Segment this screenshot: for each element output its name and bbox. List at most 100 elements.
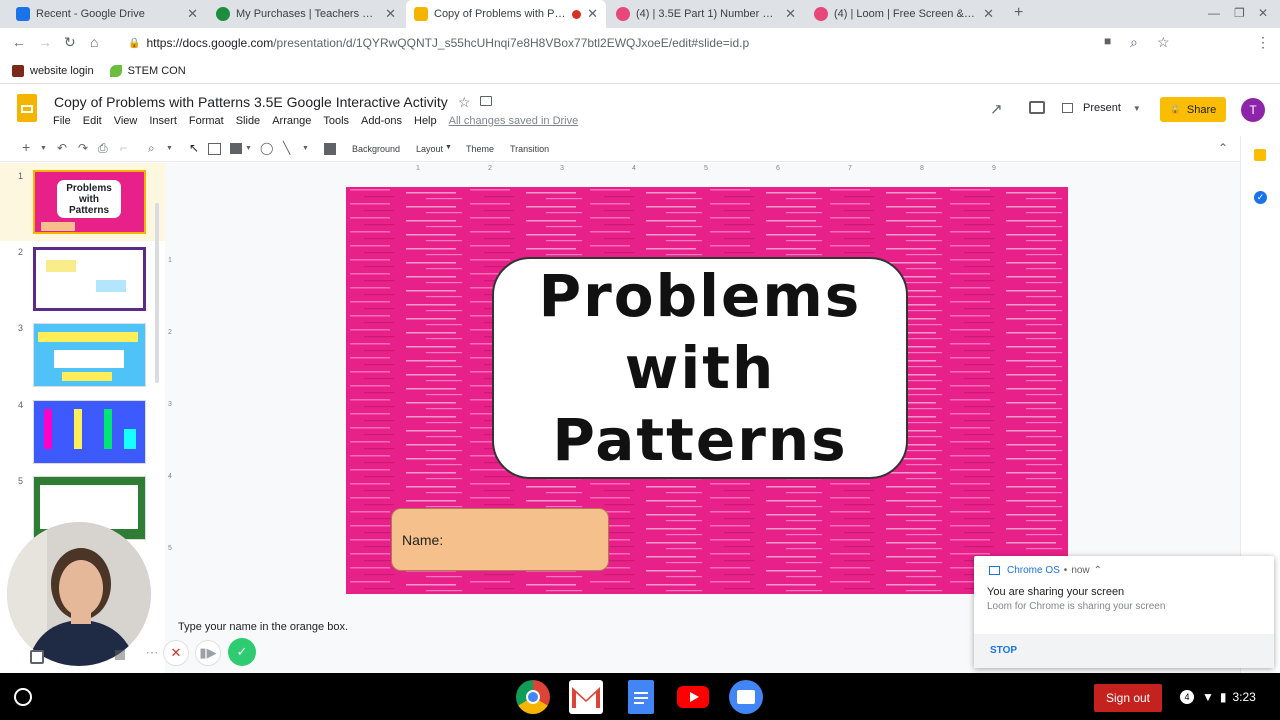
browser-tab-loom-video[interactable]: (4) | 3.5E Part 1) Number Patterns ✕	[608, 0, 804, 28]
chevron-up-icon[interactable]: ⌃	[1218, 141, 1228, 155]
paint-format-icon[interactable]: ⌐	[120, 141, 127, 155]
keep-icon[interactable]	[1254, 149, 1266, 161]
cancel-recording-icon[interactable]: ✕	[163, 640, 189, 666]
new-slide-icon[interactable]: +	[22, 139, 30, 155]
chevron-down-icon[interactable]: ▼	[302, 145, 309, 152]
stop-sharing-button[interactable]: STOP	[990, 645, 1017, 656]
gmail-icon[interactable]	[569, 680, 603, 714]
back-icon[interactable]: ←	[12, 34, 26, 50]
activity-icon[interactable]: ↗	[990, 100, 1003, 118]
pause-icon[interactable]: ▮▶	[195, 640, 221, 666]
url-field[interactable]: 🔒 https://docs.google.com/presentation/d…	[120, 31, 1100, 55]
redo-icon[interactable]: ↷	[78, 141, 88, 155]
slide-1[interactable]: Problems with Patterns Name:	[346, 187, 1068, 594]
close-icon[interactable]: ✕	[385, 6, 396, 22]
menu-insert[interactable]: Insert	[149, 115, 177, 127]
text-box-icon[interactable]	[208, 143, 221, 155]
layout-button[interactable]: Layout	[416, 144, 443, 154]
close-icon[interactable]: ✕	[983, 6, 994, 22]
shape-icon[interactable]: ◯	[260, 141, 273, 155]
close-icon[interactable]: ✕	[587, 6, 598, 22]
menu-icon[interactable]: ⋮	[1256, 34, 1270, 51]
chevron-down-icon[interactable]: ▼	[245, 145, 252, 152]
loom-menu-icon[interactable]	[30, 650, 44, 664]
sign-out-button[interactable]: Sign out	[1094, 684, 1162, 712]
menu-slide[interactable]: Slide	[236, 115, 260, 127]
menu-file[interactable]: File	[53, 115, 71, 127]
filmstrip-scrollbar[interactable]	[155, 203, 159, 383]
minimize-icon[interactable]: —	[1208, 6, 1220, 20]
slide-thumbnail-4[interactable]	[33, 400, 146, 464]
chevron-up-icon[interactable]: ⌃	[1094, 565, 1102, 576]
slide-thumbnail-3[interactable]	[33, 323, 146, 387]
more-icon[interactable]: ⋯	[139, 640, 165, 666]
browser-tab-loom[interactable]: (4) | Loom | Free Screen & Video Recordi…	[806, 0, 1002, 28]
reload-icon[interactable]: ↻	[64, 34, 76, 51]
browser-tab-slides[interactable]: Copy of Problems with Patterns 3.5E Goog…	[406, 0, 606, 28]
save-status[interactable]: All changes saved in Drive	[449, 115, 579, 127]
youtube-icon[interactable]	[677, 686, 709, 708]
menu-format[interactable]: Format	[189, 115, 224, 127]
slide-thumbnail-2[interactable]	[33, 247, 146, 311]
bookmark-website-login[interactable]: website login	[12, 64, 94, 77]
star-icon[interactable]: ☆	[458, 94, 471, 111]
home-icon[interactable]: ⌂	[90, 34, 98, 50]
webcam-bubble[interactable]	[7, 522, 151, 666]
zoom-icon[interactable]: ⌕	[1130, 34, 1138, 51]
status-tray[interactable]: 4 ▼ ▮ 3:23	[1180, 690, 1256, 704]
print-icon[interactable]: ⎙	[98, 141, 108, 156]
image-icon[interactable]	[230, 143, 242, 154]
bookmark-stem-con[interactable]: STEM CON	[109, 64, 186, 77]
avatar[interactable]: T	[1241, 98, 1265, 122]
chevron-down-icon[interactable]: ▼	[1133, 104, 1141, 113]
add-comment-icon[interactable]	[324, 143, 336, 155]
menu-edit[interactable]: Edit	[83, 115, 102, 127]
select-icon[interactable]: ↖	[189, 141, 199, 155]
ruler-tick: 2	[488, 165, 492, 172]
tasks-icon[interactable]: ✓	[1254, 191, 1267, 204]
zoom-icon[interactable]: ⌕	[148, 141, 155, 156]
slide-thumbnail-1[interactable]: Problems with Patterns	[33, 170, 146, 234]
ruler-tick: 2	[168, 329, 172, 336]
chevron-down-icon[interactable]: ▼	[166, 145, 173, 152]
slide-title-box[interactable]: Problems with Patterns	[492, 257, 908, 479]
theme-button[interactable]: Theme	[466, 144, 494, 154]
chevron-down-icon[interactable]: ▼	[40, 145, 47, 152]
menu-help[interactable]: Help	[414, 115, 437, 127]
finish-recording-icon[interactable]: ✓	[228, 638, 256, 666]
docs-icon[interactable]	[628, 680, 654, 714]
ruler-tick: 8	[920, 165, 924, 172]
close-icon[interactable]: ✕	[187, 6, 198, 22]
star-icon[interactable]: ☆	[1157, 34, 1170, 51]
chrome-icon[interactable]	[516, 680, 550, 714]
maximize-icon[interactable]: ❐	[1234, 6, 1245, 20]
menu-view[interactable]: View	[114, 115, 138, 127]
screen-share-notification[interactable]: Chrome OS • now ⌃ You are sharing your s…	[974, 556, 1274, 668]
folder-icon[interactable]	[480, 96, 492, 106]
browser-tab-drive[interactable]: Recent - Google Drive ✕	[8, 0, 206, 28]
new-tab-icon[interactable]: +	[1014, 4, 1023, 22]
close-window-icon[interactable]: ✕	[1258, 6, 1268, 20]
line-icon[interactable]: ╲	[283, 141, 290, 155]
share-button[interactable]: 🔒 Share	[1160, 97, 1226, 122]
slides-logo-icon[interactable]	[17, 94, 37, 122]
files-icon[interactable]	[729, 680, 763, 714]
launcher-icon[interactable]	[14, 688, 32, 706]
close-icon[interactable]: ✕	[785, 6, 796, 22]
name-box[interactable]: Name:	[391, 508, 609, 571]
comments-icon[interactable]	[1029, 101, 1045, 114]
present-button[interactable]: Present ▼	[1062, 97, 1141, 119]
transition-button[interactable]: Transition	[510, 144, 549, 154]
menu-tools[interactable]: Tools	[323, 115, 349, 127]
menu-addons[interactable]: Add-ons	[361, 115, 402, 127]
background-button[interactable]: Background	[352, 144, 400, 154]
forward-icon[interactable]: →	[38, 34, 52, 50]
document-title[interactable]: Copy of Problems with Patterns 3.5E Goog…	[54, 94, 448, 110]
grid-icon[interactable]	[115, 650, 125, 660]
menu-arrange[interactable]: Arrange	[272, 115, 311, 127]
undo-icon[interactable]: ↶	[57, 141, 67, 155]
camera-icon[interactable]: ■	[1104, 34, 1111, 48]
chevron-down-icon[interactable]: ▼	[445, 144, 452, 151]
speaker-notes[interactable]: Type your name in the orange box.	[178, 621, 348, 633]
browser-tab-tpt[interactable]: My Purchases | Teachers Pay Teachers ✕	[208, 0, 404, 28]
